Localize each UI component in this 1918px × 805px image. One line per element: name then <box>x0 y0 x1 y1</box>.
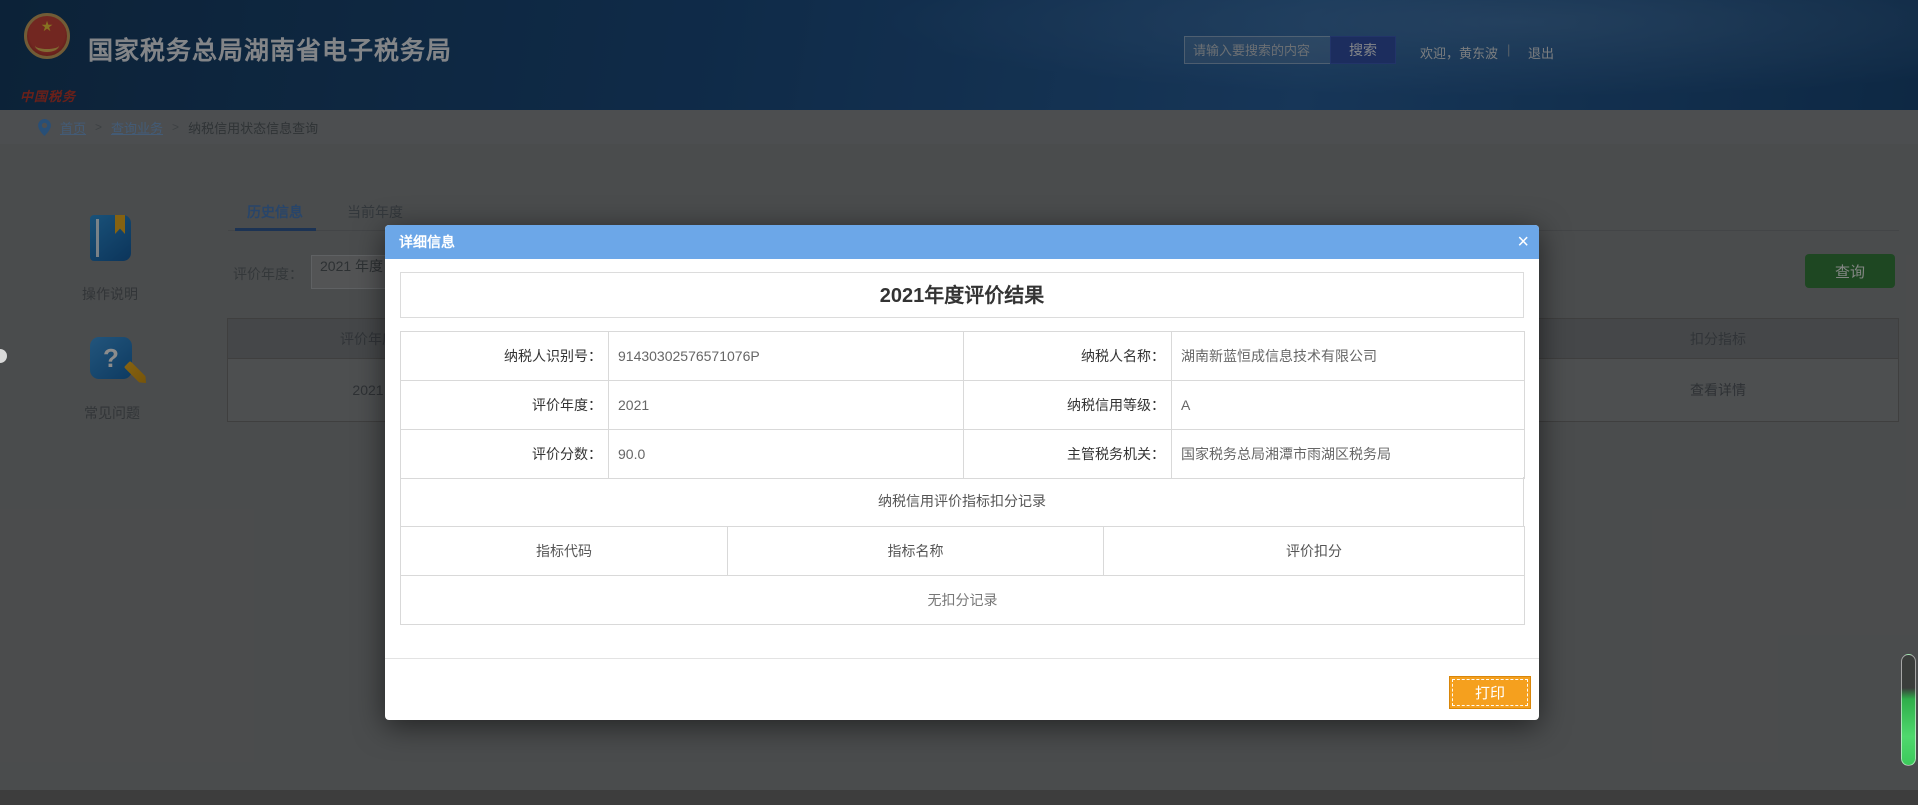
page-root: 中国税务 国家税务总局湖南省电子税务局 搜索 欢迎，黄东波 | 退出 首页 > … <box>0 0 1918 805</box>
taxpayer-id-value: 91430302576571076P <box>609 332 964 381</box>
close-icon[interactable]: × <box>1517 225 1529 259</box>
score-label: 评价分数： <box>401 430 609 479</box>
credit-level-value: A <box>1172 381 1525 430</box>
no-deduction-record-text: 无扣分记录 <box>401 576 1525 625</box>
table-header-row: 指标代码 指标名称 评价扣分 <box>401 527 1525 576</box>
tax-authority-label: 主管税务机关： <box>964 430 1172 479</box>
col-eval-deduction: 评价扣分 <box>1104 527 1525 576</box>
detail-info-modal: 详细信息 × 2021年度评价结果 纳税人识别号： 91430302576571… <box>385 225 1539 720</box>
eval-year-label: 评价年度： <box>401 381 609 430</box>
eval-detail-table: 纳税人识别号： 91430302576571076P 纳税人名称： 湖南新蓝恒成… <box>400 331 1525 479</box>
eval-year-value: 2021 <box>609 381 964 430</box>
col-indicator-code: 指标代码 <box>401 527 728 576</box>
tax-authority-value: 国家税务总局湘潭市雨湖区税务局 <box>1172 430 1525 479</box>
credit-level-label: 纳税信用等级： <box>964 381 1172 430</box>
deduction-record-table: 指标代码 指标名称 评价扣分 无扣分记录 <box>400 526 1525 625</box>
modal-titlebar: 详细信息 × <box>385 225 1539 259</box>
deduction-record-section-title: 纳税信用评价指标扣分记录 <box>400 477 1524 527</box>
table-row: 评价年度： 2021 纳税信用等级： A <box>401 381 1525 430</box>
scrollbar-thumb[interactable] <box>1901 654 1916 766</box>
eval-result-heading: 2021年度评价结果 <box>400 272 1524 318</box>
print-button[interactable]: 打印 <box>1449 676 1531 709</box>
taxpayer-name-label: 纳税人名称： <box>964 332 1172 381</box>
table-row: 无扣分记录 <box>401 576 1525 625</box>
modal-title: 详细信息 <box>399 225 455 259</box>
modal-footer-divider <box>385 658 1539 659</box>
taxpayer-id-label: 纳税人识别号： <box>401 332 609 381</box>
taxpayer-name-value: 湖南新蓝恒成信息技术有限公司 <box>1172 332 1525 381</box>
table-row: 评价分数： 90.0 主管税务机关： 国家税务总局湘潭市雨湖区税务局 <box>401 430 1525 479</box>
table-row: 纳税人识别号： 91430302576571076P 纳税人名称： 湖南新蓝恒成… <box>401 332 1525 381</box>
col-indicator-name: 指标名称 <box>728 527 1104 576</box>
score-value: 90.0 <box>609 430 964 479</box>
